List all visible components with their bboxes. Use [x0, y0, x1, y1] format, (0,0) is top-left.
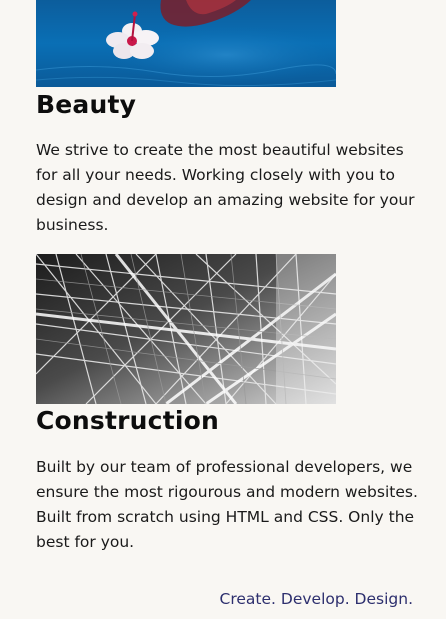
section-text-beauty: We strive to create the most beautiful w… [36, 141, 415, 234]
section-title-construction: Construction [36, 406, 219, 435]
construction-image [36, 254, 336, 404]
section-title-beauty: Beauty [36, 90, 137, 119]
section-text-construction: Built by our team of professional develo… [36, 458, 418, 551]
page: Beauty We strive to create the most beau… [0, 0, 446, 619]
footer-tagline: Create. Develop. Design. [219, 590, 413, 608]
beauty-image [36, 0, 336, 87]
